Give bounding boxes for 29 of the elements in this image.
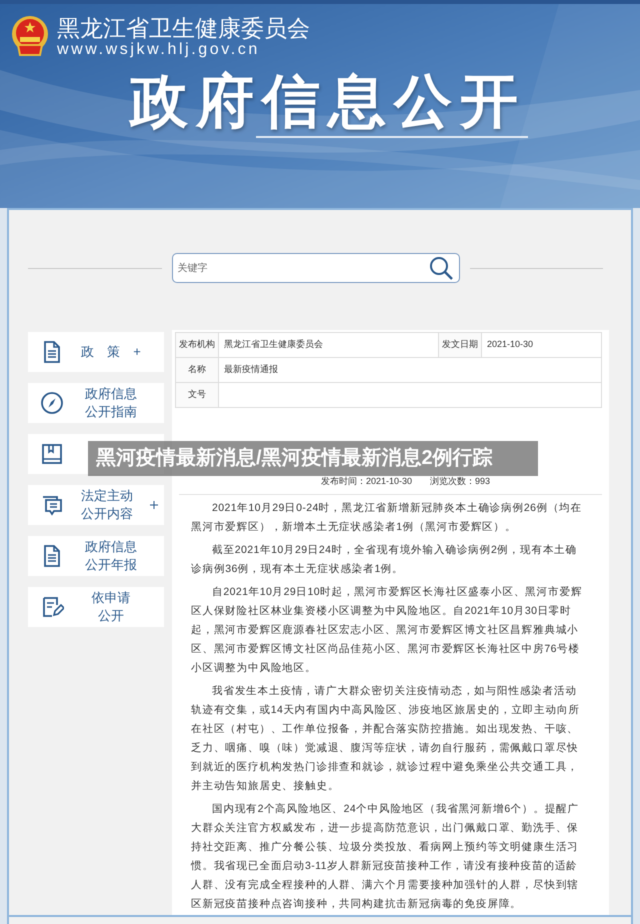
table-cell: 文号 <box>176 382 218 408</box>
search-field[interactable]: 关键字 <box>172 253 460 283</box>
chat-icon <box>40 493 64 517</box>
sidebar-item[interactable]: 政府信息 公开年报 <box>28 536 164 576</box>
sidebar-item[interactable]: 政 策 + <box>28 332 164 372</box>
sidebar-item[interactable]: 政府信息 公开指南 <box>28 383 164 423</box>
book-icon <box>40 442 64 466</box>
paragraph: 我省发生本土疫情，请广大群众密切关注疫情动态，如与阳性感染者活动轨迹有交集，或14天内有国内中高风险区、涉疫地区旅居史的，立即主动向所在社区（村屯）、工作单位报备，并配合落实防控措施。如出现发热、干咳、乏力、咽痛、嗅（味）觉减退、腹泻等症状，请勿自行服药，需佩戴口罩尽快到就近的医疗机构发热门诊排查和就诊，就诊过程中避免乘坐公共交通工具，并主动告知旅居史、接触史。 <box>191 684 581 794</box>
sidebar-item[interactable]: 法定主动 公开内容 <box>28 485 164 525</box>
paragraph: 国内现有2个高风险地区、24个中风险地区（我省黑河新增6个）。提醒广大群众关注官方权威发布，进一步提高防范意识，出门佩戴口罩、勤洗手、保持社交距离、推广分餐公筷、垃圾分类投放、看病网上预约等文明健康生活习惯。我省现已全面启动3-11岁人群新冠疫苗接种工作，请没有接种疫苗的适龄人群、没有完成全程接种的人群、满六个月需要接种加强针的人群，尽快到辖区新冠疫苗接种点咨询接种，共同构建抗击新冠病毒的免疫屏障。 <box>191 802 580 912</box>
publish-info: 发布时间：2021-10-30 浏览次数：993 <box>320 475 492 488</box>
organization-name: 黑龙江省卫生健康委员会 <box>57 14 310 42</box>
website-url: www.wsjkw.hlj.gov.cn <box>57 40 260 60</box>
paragraph: 截至2021年10月29日24时，全省现有境外输入确诊病例2例，现有本土确诊病例36例，现有本土无症状感染者1例。 <box>191 543 578 577</box>
paragraph: 自2021年10月29日10时起，黑河市爱辉区长海社区盛泰小区、黑河市爱辉区人保财险社区林业集资楼小区调整为中风险地区。自2021年10月30日零时起，黑河市爱辉区鹿源春社区宏志小区、黑河市爱辉区博文社区昌辉雅典城小区、黑河市爱辉区博文社区尚品佳苑小区、黑河市爱辉区长海社区中房76号楼小区调整为中风险地区。 <box>191 585 584 676</box>
table-cell: 发布机构 <box>176 332 218 358</box>
paragraph: 2021年10月29日0-24时，黑龙江省新增新冠肺炎本土确诊病例26例（均在黑河市爱辉区），新增本土无症状感染者1例（黑河市爱辉区）。 <box>191 501 584 535</box>
edit-icon <box>40 595 64 619</box>
table-cell: 黑龙江省卫生健康委员会 <box>218 332 438 358</box>
table-cell: 2021-10-30 <box>482 332 602 358</box>
overlay-caption: 黑河疫情最新消息/黑河疫情最新消息2例行踪 <box>88 441 538 476</box>
table-cell: 发文日期 <box>438 332 482 358</box>
banner-title: 政府信息公开 <box>130 70 526 134</box>
sidebar-item[interactable]: 依申请 公开 <box>28 587 164 627</box>
table-cell: 名称 <box>176 358 218 382</box>
compass-icon <box>40 391 64 415</box>
search-icon[interactable] <box>428 255 454 281</box>
emblem-icon <box>10 15 50 57</box>
table-cell: 最新疫情通报 <box>218 358 602 382</box>
